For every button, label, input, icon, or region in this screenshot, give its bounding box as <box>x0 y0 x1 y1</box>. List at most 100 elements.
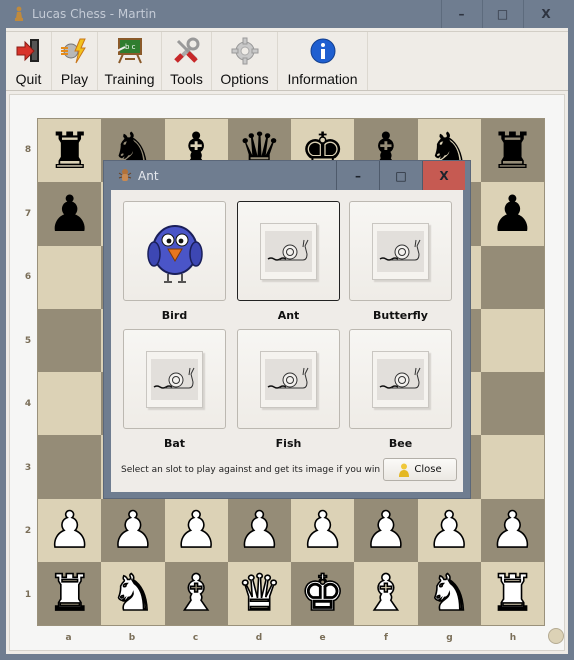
maximize-icon: □ <box>395 168 407 183</box>
white-king-icon[interactable]: ♚ <box>299 568 345 620</box>
file-label: b <box>128 633 136 643</box>
dialog-close-action-button[interactable]: Close <box>383 458 457 481</box>
white-pawn-icon[interactable]: ♟ <box>299 504 345 556</box>
white-pawn-icon[interactable]: ♟ <box>426 504 472 556</box>
square-a4[interactable] <box>38 372 102 436</box>
white-knight-icon[interactable]: ♞ <box>426 568 472 620</box>
snail-placeholder-icon <box>260 222 317 280</box>
slot-button-ant[interactable] <box>237 201 340 301</box>
square-a2[interactable]: ♟ <box>38 498 102 562</box>
square-b1[interactable]: ♞ <box>101 561 165 625</box>
black-rook-icon[interactable]: ♜ <box>490 126 535 176</box>
slot-button-bee[interactable] <box>349 329 452 429</box>
snail-placeholder-icon <box>260 350 317 408</box>
white-pawn-icon[interactable]: ♟ <box>173 504 219 556</box>
dialog-title: Ant <box>138 169 159 183</box>
tools-icon <box>172 37 202 65</box>
square-f2[interactable]: ♟ <box>354 498 418 562</box>
white-bishop-icon[interactable]: ♝ <box>173 568 219 620</box>
square-h6[interactable] <box>480 245 544 309</box>
white-pawn-icon[interactable]: ♟ <box>489 504 535 556</box>
slot-button-fish[interactable] <box>237 329 340 429</box>
slot-button-bat[interactable] <box>123 329 226 429</box>
maximize-button[interactable]: □ <box>482 0 522 28</box>
slot-button-bird[interactable] <box>123 201 226 301</box>
toolbar-training[interactable]: b c Training <box>98 32 162 90</box>
toolbar-tools[interactable]: Tools <box>162 32 212 90</box>
white-rook-icon[interactable]: ♜ <box>46 568 92 620</box>
black-rook-icon[interactable]: ♜ <box>47 126 92 176</box>
white-pawn-icon[interactable]: ♟ <box>236 504 282 556</box>
square-g2[interactable]: ♟ <box>417 498 481 562</box>
square-h3[interactable] <box>480 435 544 499</box>
dialog-titlebar[interactable]: Ant – □ X <box>104 161 470 190</box>
file-label: f <box>384 633 388 643</box>
white-knight-icon[interactable]: ♞ <box>110 568 156 620</box>
exit-door-icon <box>14 37 44 65</box>
toolbar-information[interactable]: Information <box>278 32 368 90</box>
dialog-maximize-button[interactable]: □ <box>379 161 422 190</box>
white-pawn-icon[interactable]: ♟ <box>110 504 156 556</box>
square-a7[interactable]: ♟ <box>38 182 102 246</box>
info-icon <box>308 37 338 65</box>
window-titlebar[interactable]: Lucas Chess - Martin – □ X <box>0 0 574 28</box>
square-h7[interactable]: ♟ <box>480 182 544 246</box>
close-button[interactable]: X <box>523 0 568 28</box>
square-d2[interactable]: ♟ <box>227 498 291 562</box>
square-h4[interactable] <box>480 372 544 436</box>
toolbar-play[interactable]: Play <box>52 32 98 90</box>
rank-label: 8 <box>24 145 32 155</box>
white-pawn-icon[interactable]: ♟ <box>46 504 92 556</box>
white-bishop-icon[interactable]: ♝ <box>363 568 409 620</box>
square-c1[interactable]: ♝ <box>164 561 228 625</box>
white-queen-icon[interactable]: ♛ <box>236 568 282 620</box>
black-pawn-icon[interactable]: ♟ <box>490 189 535 239</box>
square-a5[interactable] <box>38 308 102 372</box>
square-a1[interactable]: ♜ <box>38 561 102 625</box>
square-c2[interactable]: ♟ <box>164 498 228 562</box>
file-label: h <box>509 633 517 643</box>
square-h8[interactable]: ♜ <box>480 119 544 183</box>
square-h5[interactable] <box>480 308 544 372</box>
slot-label: Butterfly <box>373 309 428 322</box>
square-a3[interactable] <box>38 435 102 499</box>
maximize-icon: □ <box>496 7 509 21</box>
minimize-icon: – <box>458 7 465 21</box>
window-title: Lucas Chess - Martin <box>32 7 157 21</box>
minimize-icon: – <box>355 168 361 183</box>
toolbar-information-label: Information <box>287 71 358 87</box>
file-label: c <box>192 633 199 643</box>
toolbar-quit[interactable]: Quit <box>6 32 52 90</box>
dialog-minimize-button[interactable]: – <box>336 161 379 190</box>
minimize-button[interactable]: – <box>441 0 481 28</box>
square-a8[interactable]: ♜ <box>38 119 102 183</box>
square-e1[interactable]: ♚ <box>291 561 355 625</box>
square-b2[interactable]: ♟ <box>101 498 165 562</box>
white-rook-icon[interactable]: ♜ <box>489 568 535 620</box>
toolbar-play-label: Play <box>60 71 89 87</box>
file-label: e <box>319 633 326 643</box>
toolbar-quit-label: Quit <box>15 71 42 87</box>
square-g1[interactable]: ♞ <box>417 561 481 625</box>
slot-label: Bird <box>161 309 188 322</box>
black-pawn-icon[interactable]: ♟ <box>47 189 92 239</box>
rank-label: 2 <box>24 526 32 536</box>
square-f1[interactable]: ♝ <box>354 561 418 625</box>
slot-label: Bee <box>388 437 413 450</box>
square-d1[interactable]: ♛ <box>227 561 291 625</box>
dialog-close-button[interactable]: X <box>422 161 465 190</box>
square-a6[interactable] <box>38 245 102 309</box>
main-toolbar: Quit Play b c Training Tools Options Inf… <box>6 31 568 91</box>
white-pawn-icon[interactable]: ♟ <box>363 504 409 556</box>
square-h2[interactable]: ♟ <box>480 498 544 562</box>
toolbar-options[interactable]: Options <box>212 32 278 90</box>
file-label: a <box>65 633 72 643</box>
square-e2[interactable]: ♟ <box>291 498 355 562</box>
toolbar-tools-label: Tools <box>170 71 203 87</box>
slot-button-butterfly[interactable] <box>349 201 452 301</box>
square-h1[interactable]: ♜ <box>480 561 544 625</box>
gear-icon <box>230 37 260 65</box>
toolbar-training-label: Training <box>104 71 155 87</box>
slot-label: Bat <box>163 437 186 450</box>
rank-label: 3 <box>24 462 32 473</box>
